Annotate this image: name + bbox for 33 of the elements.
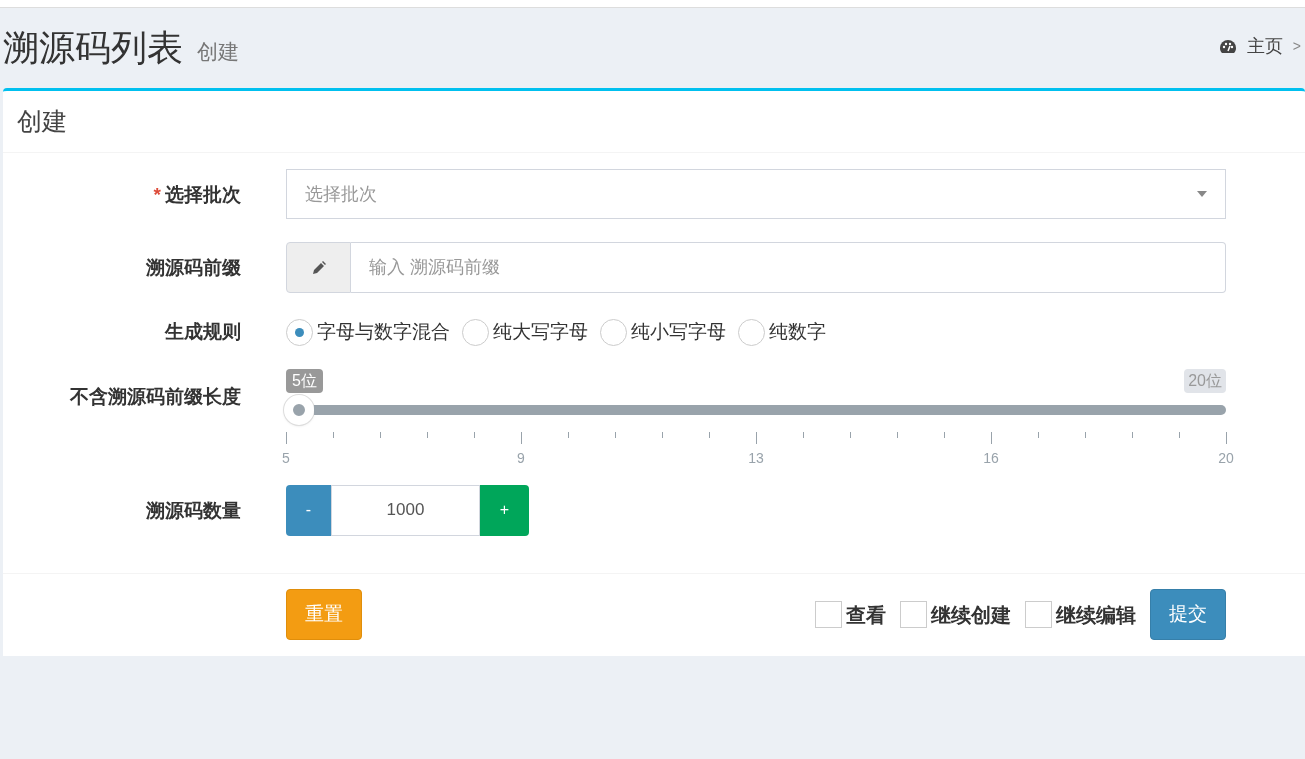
tick-label: 9: [517, 448, 525, 468]
dashboard-icon: [1218, 38, 1237, 55]
field-label: 溯源码数量: [146, 498, 241, 523]
tick-label: 20: [1218, 448, 1234, 468]
field-label: 生成规则: [165, 320, 241, 344]
home-link[interactable]: 主页: [1218, 33, 1283, 60]
checkbox-option[interactable]: 继续创建: [900, 599, 1011, 630]
tick-label: 16: [983, 448, 999, 468]
pencil-icon: [310, 259, 327, 276]
page-title: 溯源码列表: [3, 28, 183, 68]
submit-button[interactable]: 提交: [1150, 589, 1226, 640]
value-label: 5位: [286, 368, 323, 393]
checkbox-option[interactable]: 查看: [815, 599, 886, 630]
prefix-input[interactable]: 输入 溯源码前缀: [351, 242, 1226, 293]
field-label: 不含溯源码前缀长度: [70, 384, 241, 409]
page-subtitle: 创建: [197, 38, 239, 65]
radio-option[interactable]: 纯数字: [738, 318, 826, 347]
tick-label: 13: [748, 448, 764, 468]
caret-icon: [1197, 191, 1207, 197]
quantity-input[interactable]: 1000: [331, 484, 480, 536]
minus-button[interactable]: -: [286, 484, 331, 536]
card-title: 创建: [17, 105, 67, 137]
radio-option[interactable]: 纯小写字母: [600, 318, 726, 347]
breadcrumb-separator: >: [1292, 37, 1301, 56]
tick-label: 5: [282, 448, 290, 468]
max-label: 20位: [1184, 368, 1226, 393]
required-asterisk: *: [153, 183, 161, 207]
slider-thumb[interactable]: [284, 394, 314, 425]
field-label: 选择批次: [165, 183, 241, 207]
field-label: 溯源码前缀: [146, 256, 241, 280]
radio-option[interactable]: 纯大写字母: [462, 318, 588, 347]
radio-option[interactable]: 字母与数字混合: [286, 318, 450, 347]
checkbox-option[interactable]: 继续编辑: [1025, 599, 1136, 630]
